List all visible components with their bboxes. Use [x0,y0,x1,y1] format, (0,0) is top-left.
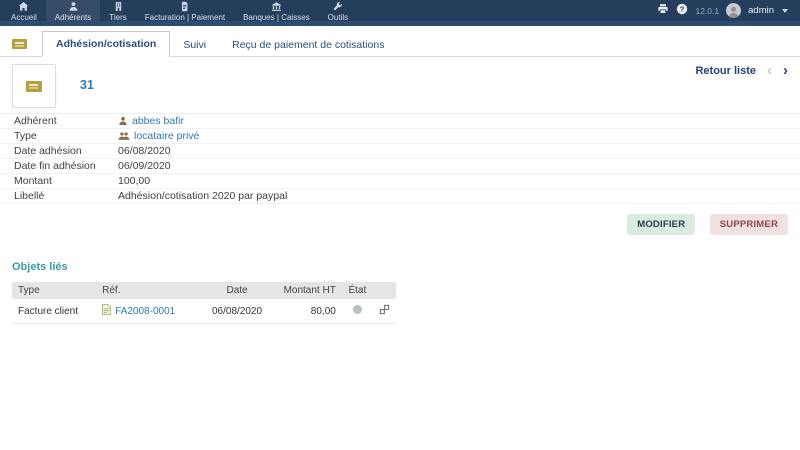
record-banner: 31 Retour liste ‹ › [0,57,800,113]
linked-date: 06/08/2020 [201,299,273,324]
field-label: Date adhésion [14,145,82,157]
date-adhesion-value: 06/08/2020 [118,145,171,157]
nav-item-facturation[interactable]: Facturation | Paiement [136,0,234,22]
date-fin-value: 06/09/2020 [118,160,171,172]
table-header-row: Type Réf. Date Montant HT État [12,282,396,299]
version-label: 12.0.1 [695,5,720,16]
nav-item-outils[interactable]: Outils [319,0,357,22]
table-row: Facture client FA2008-0001 06/08/2020 80… [12,299,396,324]
field-label: Date fin adhésion [14,160,96,172]
montant-value: 100,00 [118,175,151,187]
tab-recu-paiement[interactable]: Reçu de paiement de cotisations [219,33,397,57]
help-icon[interactable]: ? [676,2,688,20]
nav-label: Adhérents [54,12,92,22]
field-label: Adhérent [14,115,57,127]
nav-label: Facturation | Paiement [144,12,226,22]
col-date: Date [201,282,273,299]
linked-amount-ht: 80,00 [272,299,342,324]
member-photo-placeholder [12,64,56,108]
user-icon [118,116,128,126]
member-type-link[interactable]: locataire privé [118,130,199,142]
nav-item-tiers[interactable]: Tiers [100,0,135,22]
subscription-ref: 31 [80,78,94,92]
member-link[interactable]: abbes bafir [118,115,184,127]
nav-item-accueil[interactable]: Accueil [2,0,46,22]
field-row-type: Type locataire privé [0,129,800,144]
avatar[interactable] [726,3,742,18]
member-name: abbes bafir [132,115,184,127]
user-menu-label[interactable]: admin [748,5,774,16]
col-actions [372,282,396,299]
prev-record-icon: ‹ [767,62,772,79]
billing-icon [179,1,190,12]
nav-item-banques[interactable]: Banques | Caisses [234,0,319,22]
field-row-montant: Montant 100,00 [0,174,800,189]
tab-adhesion-cotisation[interactable]: Adhésion/cotisation [42,31,171,57]
field-row-adherent: Adhérent abbes bafir [0,114,800,129]
modify-button[interactable]: MODIFIER [627,214,696,235]
linked-type: Facture client [12,299,97,324]
field-row-date-fin: Date fin adhésion 06/09/2020 [0,159,800,174]
top-menu-bar: Accueil Adhérents Tiers Facturation | Pa… [0,0,800,22]
status-draft-icon [352,305,362,314]
nav-label: Outils [327,12,349,22]
members-icon [68,1,79,12]
svg-text:?: ? [680,4,685,13]
member-card-icon [26,80,42,92]
field-row-libelle: Libellé Adhésion/cotisation 2020 par pay… [0,189,800,204]
nav-label: Tiers [109,12,127,22]
linked-objects-section: Objets liés Type Réf. Date Montant HT Ét… [0,261,800,324]
field-label: Libellé [14,190,45,202]
libelle-value: Adhésion/cotisation 2020 par paypal [118,190,288,202]
thirdparties-icon [113,1,124,12]
tab-suivi[interactable]: Suivi [170,33,219,57]
nav-label: Accueil [11,12,37,22]
member-card-icon [12,39,27,49]
field-label: Type [14,130,37,142]
printer-icon[interactable] [657,2,669,20]
col-ref: Réf. [96,282,202,299]
group-icon [118,131,130,141]
topbar-strip [0,21,800,26]
col-etat: État [341,282,373,299]
tabs-bar: Adhésion/cotisation Suivi Reçu de paieme… [0,31,800,57]
action-buttons: MODIFIER SUPPRIMER [0,204,800,235]
tools-icon [332,1,343,12]
fields-table: Adhérent abbes bafir Type locataire priv… [0,113,800,204]
nav-label: Banques | Caisses [243,12,310,22]
topbar-right: ? 12.0.1 admin [657,0,800,21]
banner-navigation: Retour liste ‹ › [695,62,788,79]
linked-ref-link[interactable]: FA2008-0001 [115,306,175,317]
back-to-list-link[interactable]: Retour liste [695,65,756,77]
next-record-icon[interactable]: › [783,63,788,78]
linked-objects-title: Objets liés [12,261,68,273]
bank-icon [271,1,282,12]
col-montant-ht: Montant HT [272,282,342,299]
member-type-name: locataire privé [134,130,200,142]
col-type: Type [12,282,97,299]
field-label: Montant [14,175,52,187]
delete-button[interactable]: SUPPRIMER [709,214,788,235]
chevron-down-icon[interactable] [782,8,788,13]
home-icon [18,1,29,12]
unlink-icon[interactable] [379,304,390,318]
field-row-date-adhesion: Date adhésion 06/08/2020 [0,144,800,159]
linked-objects-table: Type Réf. Date Montant HT État Facture c… [12,282,396,324]
invoice-icon [102,304,112,318]
nav-item-adherents[interactable]: Adhérents [45,0,101,22]
